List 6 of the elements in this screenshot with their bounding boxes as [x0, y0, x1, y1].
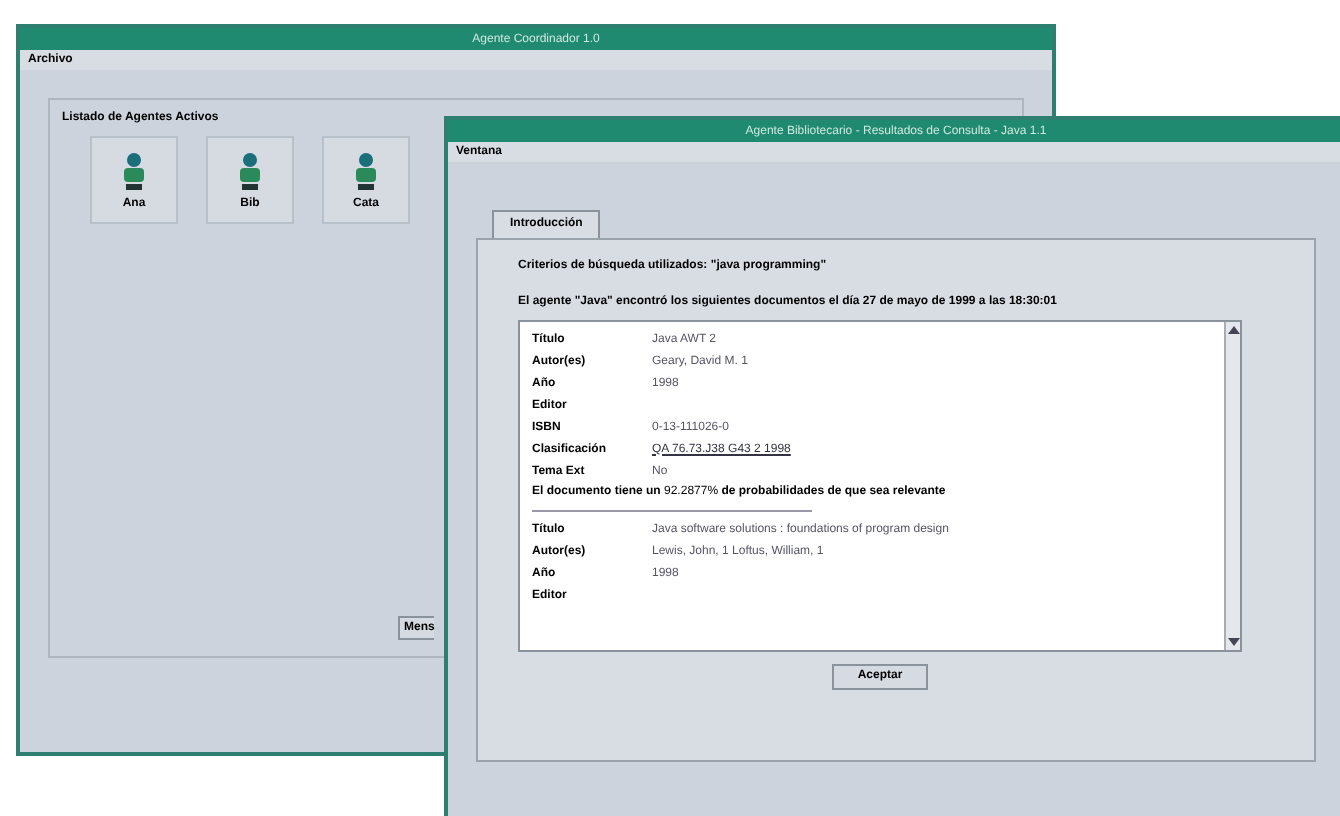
- scroll-down-icon[interactable]: [1227, 638, 1239, 646]
- scrollbar[interactable]: [1224, 322, 1240, 650]
- person-icon: [352, 151, 380, 191]
- person-icon: [120, 151, 148, 191]
- person-icon: [236, 151, 264, 191]
- scroll-up-icon[interactable]: [1227, 326, 1239, 334]
